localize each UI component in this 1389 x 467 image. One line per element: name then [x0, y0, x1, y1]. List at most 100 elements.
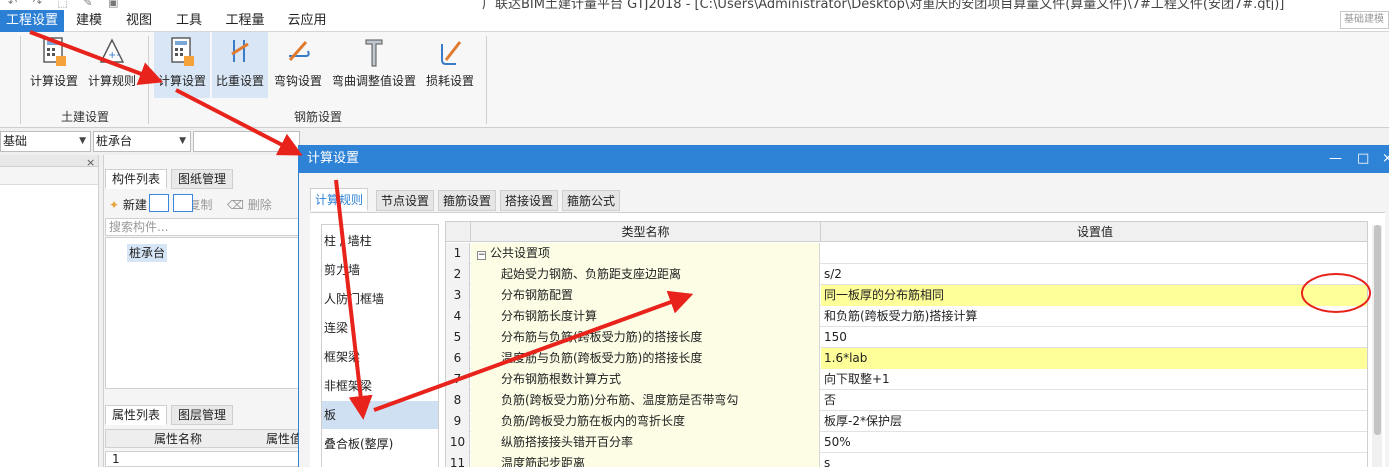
setting-name: 起始受力钢筋、负筋距支座边距离: [471, 264, 820, 285]
category-item-civil-door-wall[interactable]: 人防门框墙: [322, 285, 438, 313]
component-search-input[interactable]: 搜索构件...: [105, 218, 299, 236]
setting-value[interactable]: 向下取整+1: [821, 369, 1367, 390]
menu-quantities[interactable]: 工程量: [214, 10, 276, 32]
delete-button[interactable]: ⌫ 删除: [227, 196, 272, 213]
setting-value[interactable]: 和负筋(跨板受力筋)搭接计算: [821, 306, 1367, 327]
table-row[interactable]: 2 起始受力钢筋、负筋距支座边距离 s/2: [446, 264, 1367, 285]
category-item-shear-wall[interactable]: 剪力墙: [322, 256, 438, 284]
density-settings-label: 比重设置: [215, 74, 264, 88]
hook-settings-button[interactable]: 弯钩设置: [270, 32, 326, 98]
table-row[interactable]: 1: [105, 451, 299, 467]
setting-value[interactable]: s/2: [821, 264, 1367, 285]
menu-tools[interactable]: 工具: [164, 10, 214, 32]
tab-node-settings[interactable]: 节点设置: [376, 190, 435, 211]
table-row[interactable]: 9 负筋/跨板受力筋在板内的弯折长度 板厚-2*保护层: [446, 411, 1367, 432]
menu-project-settings[interactable]: 工程设置: [0, 10, 64, 32]
component-type-combo[interactable]: 桩承台 ▼: [93, 131, 191, 152]
tab-stirrup-settings[interactable]: 箍筋设置: [438, 190, 497, 211]
civil-calc-rules-button[interactable]: +- 计算规则: [84, 32, 140, 98]
collapse-icon[interactable]: −: [477, 251, 486, 260]
setting-name: 分布钢筋根数计算方式: [471, 369, 820, 390]
navigation-panel: [0, 155, 99, 467]
row-number: 1: [446, 243, 470, 264]
ribbon-search-input[interactable]: 基础建模: [1340, 11, 1389, 29]
density-icon: [231, 40, 249, 62]
setting-name-label: 纵筋搭接接头错开百分率: [501, 435, 634, 449]
density-settings-button[interactable]: 比重设置: [212, 32, 268, 98]
maximize-icon[interactable]: □: [1357, 145, 1369, 173]
rebar-settings-group-label: 钢筋设置: [293, 110, 342, 124]
civil-calc-settings-label: 计算设置: [29, 74, 78, 88]
civil-calc-settings-button[interactable]: 计算设置: [26, 32, 82, 98]
grid-header: 类型名称 设置值: [446, 222, 1367, 242]
setting-value[interactable]: s: [821, 453, 1367, 467]
category-item-coupling-beam[interactable]: 连梁: [322, 314, 438, 342]
setting-value[interactable]: 150: [821, 327, 1367, 348]
setting-name-label: 分布钢筋长度计算: [501, 309, 598, 323]
section-header: − 公共设置项: [471, 243, 820, 264]
grid-view-icon[interactable]: [173, 194, 193, 212]
new-icon: ✦: [109, 198, 120, 212]
setting-value[interactable]: 否: [821, 390, 1367, 411]
table-row[interactable]: 5 分布筋与负筋(跨板受力筋)的搭接长度 150: [446, 327, 1367, 348]
table-row[interactable]: 3 分布钢筋配置 同一板厚的分布筋相同: [446, 285, 1367, 306]
setting-name: 负筋/跨板受力筋在板内的弯折长度: [471, 411, 820, 432]
menu-cloud-apps[interactable]: 云应用: [276, 10, 338, 32]
category-item-column[interactable]: 柱 / 墙柱: [322, 227, 438, 255]
setting-value[interactable]: 同一板厚的分布筋相同: [821, 285, 1367, 306]
rebar-calc-settings-button[interactable]: 计算设置: [154, 32, 210, 98]
bend-adjust-icon: [365, 39, 383, 67]
component-toolbar: ✦ 新建 ▾ ⎘ 复制 ⌫ 删除: [105, 192, 299, 214]
close-icon[interactable]: ×: [1382, 145, 1389, 173]
tab-calc-rules[interactable]: 计算规则: [310, 188, 369, 211]
table-row[interactable]: 1− 公共设置项: [446, 243, 1367, 264]
component-panel: 构件列表 图纸管理 ✦ 新建 ▾ ⎘ 复制 ⌫ 删除 搜索构件... 桩承台 属…: [103, 155, 303, 467]
table-row[interactable]: 11 温度筋起步距离 s: [446, 453, 1367, 467]
list-view-icon[interactable]: [149, 194, 169, 212]
scrollbar-thumb[interactable]: [1374, 225, 1381, 435]
table-row[interactable]: 8 负筋(跨板受力筋)分布筋、温度筋是否带弯勾 否: [446, 390, 1367, 411]
menu-view[interactable]: 视图: [114, 10, 164, 32]
loss-settings-button[interactable]: 损耗设置: [422, 32, 478, 98]
setting-value[interactable]: 1.6*lab: [821, 348, 1367, 369]
table-row[interactable]: 10 纵筋搭接接头错开百分率 50%: [446, 432, 1367, 453]
setting-value[interactable]: 50%: [821, 432, 1367, 453]
delete-button-label: 删除: [247, 198, 272, 212]
ribbon-separator: [486, 36, 487, 124]
grid-scrollbar[interactable]: [1372, 225, 1382, 467]
setting-value[interactable]: 板厚-2*保护层: [821, 411, 1367, 432]
column-header: 属性值: [266, 432, 303, 446]
loss-icon: [441, 41, 462, 65]
tab-layer-management[interactable]: 图层管理: [171, 405, 234, 425]
svg-text:+-: +-: [108, 50, 120, 61]
close-icon[interactable]: ×: [86, 156, 95, 169]
category-item-non-frame-beam[interactable]: 非框架梁: [322, 372, 438, 400]
category-item-composite-slab[interactable]: 叠合板(整厚): [322, 430, 438, 458]
view-toggle-group: [149, 194, 197, 215]
component-type-combo-value: 桩承台: [96, 134, 133, 148]
setting-name: 分布钢筋配置: [471, 285, 820, 306]
tab-stirrup-formula[interactable]: 箍筋公式: [562, 190, 621, 211]
table-row[interactable]: 6 温度筋与负筋(跨板受力筋)的搭接长度 1.6*lab: [446, 348, 1367, 369]
hook-settings-label: 弯钩设置: [273, 74, 322, 88]
component-list: 桩承台: [105, 237, 299, 389]
tab-component-list[interactable]: 构件列表: [105, 169, 168, 189]
table-row[interactable]: 4 分布钢筋长度计算 和负筋(跨板受力筋)搭接计算: [446, 306, 1367, 327]
row-number: 2: [446, 264, 470, 285]
tab-lap-settings[interactable]: 搭接设置: [500, 190, 559, 211]
tab-drawing-management[interactable]: 图纸管理: [171, 169, 234, 189]
category-item-frame-beam[interactable]: 框架梁: [322, 343, 438, 371]
category-item-slab[interactable]: 板: [322, 401, 438, 429]
component-combo[interactable]: [193, 131, 300, 152]
list-item[interactable]: 桩承台: [127, 244, 168, 262]
menu-modeling[interactable]: 建模: [64, 10, 114, 32]
setting-name-label: 负筋/跨板受力筋在板内的弯折长度: [501, 414, 686, 428]
quick-access-icons[interactable]: ↶ ↷ ⬚ ✎ ▣: [8, 0, 124, 9]
minimize-icon[interactable]: —: [1329, 145, 1342, 173]
settings-grid: 类型名称 设置值 1− 公共设置项 2 起始受力钢筋、负筋距支座边距离 s/2 3 分布钢筋…: [445, 221, 1368, 467]
category-combo[interactable]: 基础 ▼: [0, 131, 91, 152]
bend-adjust-settings-button[interactable]: 弯曲调整值设置: [330, 32, 418, 98]
tab-property-list[interactable]: 属性列表: [105, 405, 168, 425]
setting-value[interactable]: [821, 243, 1367, 264]
table-row[interactable]: 7 分布钢筋根数计算方式 向下取整+1: [446, 369, 1367, 390]
